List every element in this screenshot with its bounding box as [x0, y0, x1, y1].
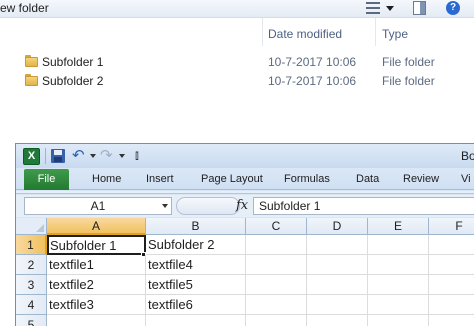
new-folder-button[interactable]: ew folder — [0, 1, 49, 15]
column-divider[interactable] — [262, 18, 263, 46]
explorer-toolbar: ew folder ? — [0, 0, 474, 18]
excel-window: X ↶ ↷ ⫾ Bo File Home Insert Page Layout … — [15, 143, 474, 326]
cell-b5[interactable] — [146, 315, 246, 326]
cell-c2[interactable] — [246, 255, 307, 275]
column-header-type[interactable]: Type — [382, 27, 408, 41]
file-row-subfolder-1[interactable]: Subfolder 1 10-7-2017 10:06 File folder — [0, 53, 474, 71]
cell-d5[interactable] — [307, 315, 368, 326]
tab-file[interactable]: File — [24, 169, 69, 190]
tab-home[interactable]: Home — [92, 173, 121, 185]
help-icon[interactable]: ? — [446, 1, 460, 15]
toolbar-separator — [45, 148, 46, 164]
cell-b1[interactable]: Subfolder 2 — [146, 235, 246, 255]
column-header-date[interactable]: Date modified — [268, 27, 342, 41]
column-header-f[interactable]: F — [429, 218, 474, 235]
quick-access-toolbar: X ↶ ↷ ⫾ Bo — [16, 144, 474, 168]
file-date: 10-7-2017 10:06 — [268, 55, 357, 69]
formula-bar: A1 fx Subfolder 1 — [16, 195, 474, 217]
cell-d1[interactable] — [307, 235, 368, 255]
column-header-c[interactable]: C — [246, 218, 307, 235]
redo-icon[interactable]: ↷ — [100, 146, 113, 164]
cell-e3[interactable] — [368, 275, 429, 295]
file-name: Subfolder 2 — [42, 74, 104, 88]
ribbon-tabs: File Home Insert Page Layout Formulas Da… — [16, 168, 474, 190]
row-header-1[interactable]: 1 — [16, 235, 47, 255]
select-all-button[interactable] — [16, 218, 47, 235]
tab-view[interactable]: Vi — [461, 173, 471, 185]
preview-pane-icon[interactable] — [413, 1, 426, 15]
row-header-2[interactable]: 2 — [16, 255, 47, 275]
cell-f4[interactable] — [429, 295, 474, 315]
window-title: Bo — [461, 149, 474, 163]
cell-b2[interactable]: textfile4 — [146, 255, 246, 275]
folder-icon — [25, 74, 38, 86]
cell-e1[interactable] — [368, 235, 429, 255]
name-box[interactable]: A1 — [24, 197, 172, 215]
explorer-window: ew folder ? Date modified Type Subfolder… — [0, 0, 474, 145]
cell-c3[interactable] — [246, 275, 307, 295]
cell-d2[interactable] — [307, 255, 368, 275]
column-header-a[interactable]: A — [47, 218, 146, 235]
formula-input[interactable]: Subfolder 1 — [253, 197, 474, 215]
cell-c4[interactable] — [246, 295, 307, 315]
cell-c1[interactable] — [246, 235, 307, 255]
undo-icon[interactable]: ↶ — [72, 146, 85, 164]
undo-dropdown-icon[interactable] — [90, 154, 96, 158]
cell-b4[interactable]: textfile6 — [146, 295, 246, 315]
cell-f2[interactable] — [429, 255, 474, 275]
tab-insert[interactable]: Insert — [146, 173, 174, 185]
cell-e5[interactable] — [368, 315, 429, 326]
file-row-subfolder-2[interactable]: Subfolder 2 10-7-2017 10:06 File folder — [0, 72, 474, 90]
chevron-down-icon[interactable] — [386, 6, 394, 11]
tab-data[interactable]: Data — [356, 173, 379, 185]
row-header-5[interactable]: 5 — [16, 315, 47, 326]
cell-a2[interactable]: textfile1 — [47, 255, 146, 275]
formula-bar-resize-handle[interactable] — [176, 197, 240, 215]
cell-c5[interactable] — [246, 315, 307, 326]
cell-a3[interactable]: textfile2 — [47, 275, 146, 295]
ribbon-collapsed — [16, 191, 474, 194]
insert-function-button[interactable]: fx — [236, 198, 248, 213]
column-header-e[interactable]: E — [368, 218, 429, 235]
row-header-3[interactable]: 3 — [16, 275, 47, 295]
cell-d3[interactable] — [307, 275, 368, 295]
column-divider[interactable] — [375, 18, 376, 46]
file-type: File folder — [382, 55, 435, 69]
cell-d4[interactable] — [307, 295, 368, 315]
cell-f3[interactable] — [429, 275, 474, 295]
redo-dropdown-icon[interactable] — [119, 154, 125, 158]
column-header-b[interactable]: B — [146, 218, 246, 235]
cell-f1[interactable] — [429, 235, 474, 255]
column-header-date-label: Date modified — [268, 27, 343, 41]
cell-a5[interactable] — [47, 315, 146, 326]
name-box-dropdown-icon[interactable] — [162, 204, 168, 208]
customize-qat-icon[interactable]: ⫾ — [135, 148, 139, 163]
cell-b3[interactable]: textfile5 — [146, 275, 246, 295]
save-icon[interactable] — [51, 149, 65, 163]
excel-app-icon[interactable]: X — [23, 148, 40, 165]
row-header-4[interactable]: 4 — [16, 295, 47, 315]
cell-a1[interactable]: Subfolder 1 — [47, 235, 146, 255]
tab-formulas[interactable]: Formulas — [284, 173, 330, 185]
cell-e4[interactable] — [368, 295, 429, 315]
file-name: Subfolder 1 — [42, 55, 104, 69]
cell-a4[interactable]: textfile3 — [47, 295, 146, 315]
column-header-d[interactable]: D — [307, 218, 368, 235]
worksheet-grid[interactable]: A B C D E F 1 2 3 4 5 Subfolder 1 Subfol… — [16, 218, 474, 326]
view-list-icon[interactable] — [366, 2, 380, 14]
cell-f5[interactable] — [429, 315, 474, 326]
tab-review[interactable]: Review — [403, 173, 439, 185]
file-date: 10-7-2017 10:06 — [268, 74, 357, 88]
cell-e2[interactable] — [368, 255, 429, 275]
tab-page-layout[interactable]: Page Layout — [201, 173, 263, 185]
folder-icon — [25, 55, 38, 67]
column-header-type-label: Type — [382, 27, 409, 41]
file-type: File folder — [382, 74, 435, 88]
